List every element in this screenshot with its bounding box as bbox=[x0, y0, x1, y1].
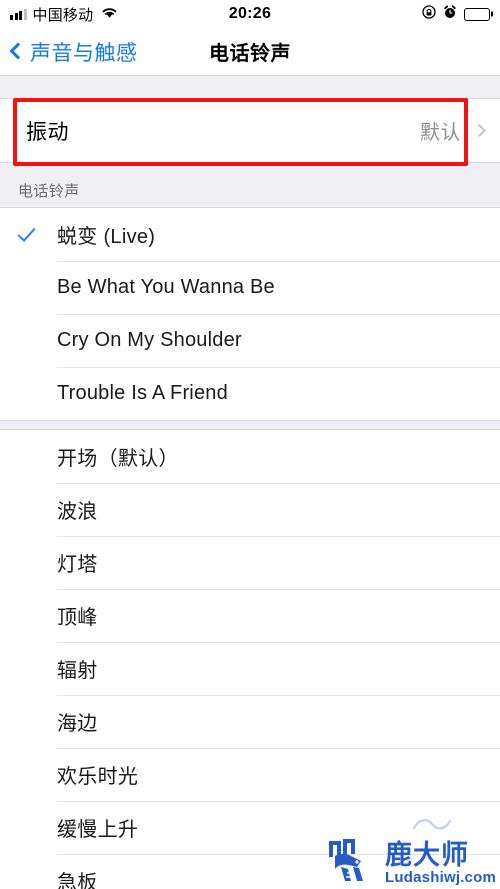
list-item[interactable]: 蜕变 (Live) bbox=[0, 208, 500, 261]
list-item[interactable]: Be What You Wanna Be bbox=[0, 261, 500, 314]
list-item-label: 缓慢上升 bbox=[57, 819, 139, 841]
rotation-lock-icon bbox=[422, 4, 436, 24]
checkmark-slot bbox=[17, 223, 57, 242]
list-item[interactable]: 海边 bbox=[0, 695, 500, 748]
list-item[interactable]: 顶峰 bbox=[0, 589, 500, 642]
list-item[interactable]: 开场（默认） bbox=[0, 430, 500, 483]
check-icon bbox=[17, 223, 36, 242]
list-item-label: 开场（默认） bbox=[57, 448, 179, 470]
list-item-label: 急板 bbox=[57, 872, 98, 889]
list-item[interactable]: 辐射 bbox=[0, 642, 500, 695]
list-item[interactable]: Cry On My Shoulder bbox=[0, 314, 500, 367]
vibration-row-label: 振动 bbox=[26, 120, 69, 144]
back-button[interactable]: 声音与触感 bbox=[0, 37, 138, 67]
list-item[interactable]: 灯塔 bbox=[0, 536, 500, 589]
ringtone-group-custom: 蜕变 (Live) Be What You Wanna Be Cry On My… bbox=[0, 207, 500, 420]
section-header: 电话铃声 bbox=[0, 163, 500, 207]
group-divider bbox=[0, 420, 500, 430]
chevron-right-icon bbox=[473, 124, 486, 137]
status-bar-right bbox=[422, 4, 490, 24]
list-item[interactable]: 急板 bbox=[0, 854, 500, 889]
section-header-label: 电话铃声 bbox=[18, 183, 80, 200]
list-item-label: 海边 bbox=[57, 713, 98, 735]
list-item-label: Trouble Is A Friend bbox=[57, 382, 228, 404]
settings-content: 振动 默认 电话铃声 蜕变 (Live) Be What You Wanna B… bbox=[0, 76, 500, 889]
signal-bars-icon bbox=[10, 8, 27, 20]
battery-icon bbox=[464, 7, 490, 21]
back-button-label: 声音与触感 bbox=[30, 41, 138, 65]
vibration-row[interactable]: 振动 默认 bbox=[0, 98, 500, 163]
watermark-swoosh-icon bbox=[412, 819, 452, 830]
status-bar-left: 中国移动 bbox=[10, 4, 118, 25]
list-item[interactable]: 欢乐时光 bbox=[0, 748, 500, 801]
list-item[interactable]: Trouble Is A Friend bbox=[0, 367, 500, 420]
list-item-label: 顶峰 bbox=[57, 607, 98, 629]
navigation-bar: 声音与触感 电话铃声 bbox=[0, 28, 500, 76]
phone-screen: 中国移动 20:26 声音与触感 电话铃声 振动 默认 电话铃声 蜕变 (Liv… bbox=[0, 0, 500, 889]
list-item-label: Be What You Wanna Be bbox=[57, 276, 275, 298]
wifi-icon bbox=[101, 6, 118, 23]
list-item-label: 辐射 bbox=[57, 660, 98, 682]
alarm-clock-icon bbox=[443, 5, 457, 24]
list-item-label: 欢乐时光 bbox=[57, 766, 139, 788]
chevron-left-icon bbox=[9, 42, 27, 60]
list-item-label: 蜕变 (Live) bbox=[57, 226, 156, 248]
list-item-label: Cry On My Shoulder bbox=[57, 329, 242, 351]
vibration-row-value: 默认 bbox=[420, 122, 461, 144]
carrier-label: 中国移动 bbox=[32, 6, 94, 24]
top-spacer bbox=[0, 76, 500, 98]
list-item-label: 灯塔 bbox=[57, 554, 98, 576]
status-bar: 中国移动 20:26 bbox=[0, 0, 500, 28]
list-item-label: 波浪 bbox=[57, 501, 98, 523]
list-item[interactable]: 波浪 bbox=[0, 483, 500, 536]
